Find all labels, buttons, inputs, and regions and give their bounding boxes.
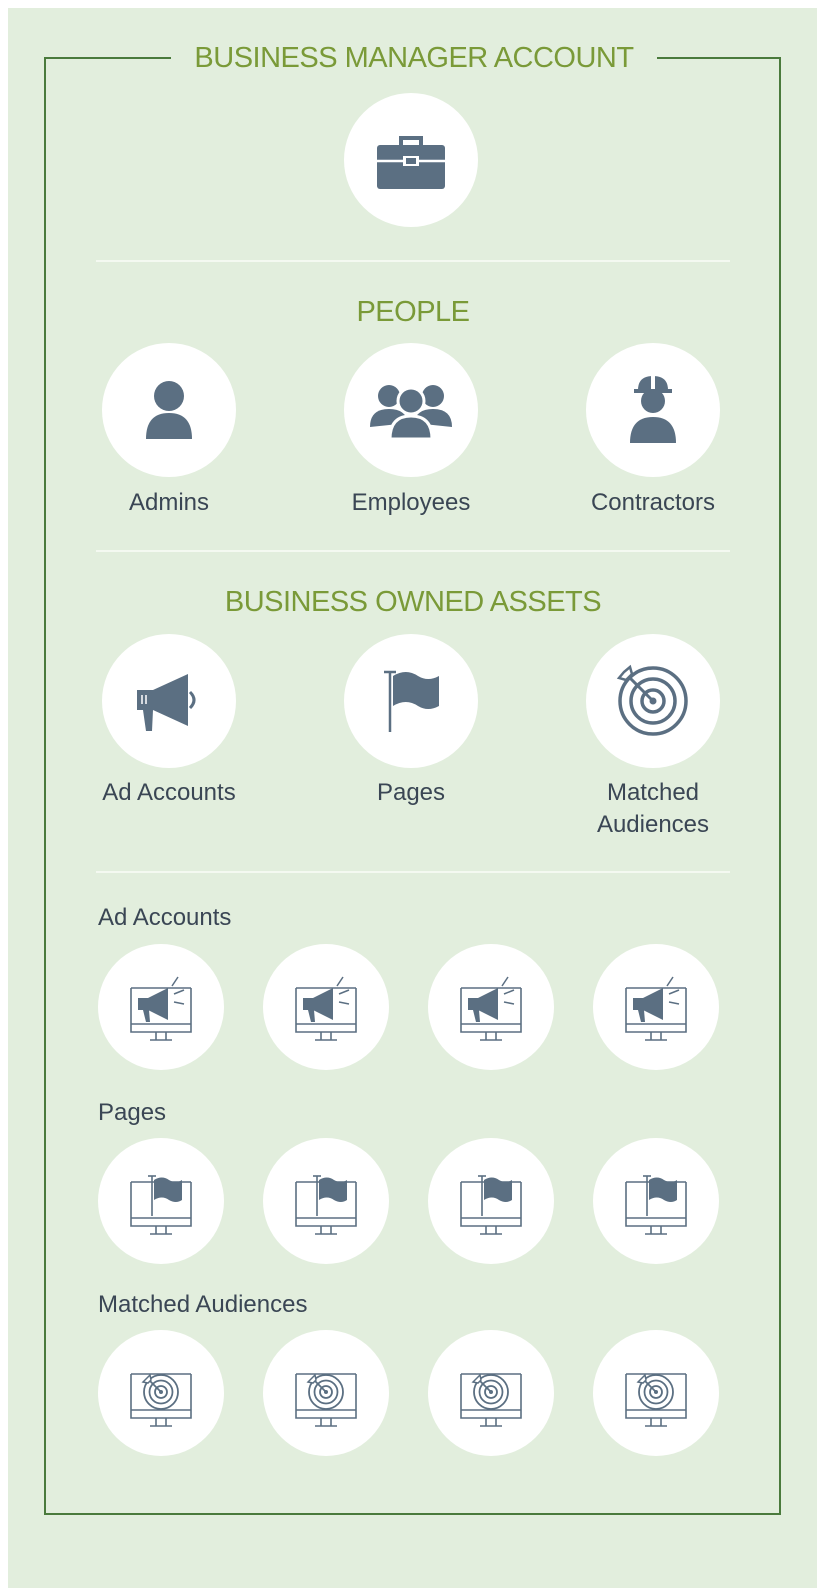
ad-accounts-row-label: Ad Accounts bbox=[98, 904, 232, 931]
employees-label: Employees bbox=[351, 489, 471, 516]
pages-circle bbox=[344, 634, 478, 768]
monitor-target-icon bbox=[295, 1373, 357, 1427]
monitor-flag-icon bbox=[130, 1175, 192, 1235]
contractors-circle bbox=[586, 343, 720, 477]
megaphone-icon bbox=[137, 674, 196, 731]
asset-tile bbox=[428, 1330, 554, 1456]
asset-tile bbox=[263, 1330, 389, 1456]
contractors-label: Contractors bbox=[590, 489, 716, 516]
target-icon bbox=[616, 664, 688, 736]
monitor-target-icon bbox=[625, 1373, 687, 1427]
flag-icon bbox=[384, 670, 439, 732]
assets-title: BUSINESS OWNED ASSETS bbox=[224, 586, 602, 618]
asset-tile bbox=[263, 944, 389, 1070]
monitor-flag-icon bbox=[295, 1175, 357, 1235]
matched-audiences-label-line2: Audiences bbox=[596, 811, 710, 838]
diagram-canvas: BUSINESS MANAGER ACCOUNT PEOPLE Admins E… bbox=[8, 8, 817, 1588]
user-icon bbox=[146, 381, 192, 439]
monitor-megaphone-icon bbox=[460, 976, 522, 1041]
monitor-megaphone-icon bbox=[130, 976, 192, 1041]
briefcase-circle bbox=[344, 93, 478, 227]
monitor-megaphone-icon bbox=[295, 976, 357, 1041]
asset-tile bbox=[593, 1330, 719, 1456]
asset-tile bbox=[263, 1138, 389, 1264]
asset-tile bbox=[593, 944, 719, 1070]
divider-2 bbox=[96, 550, 730, 552]
monitor-target-icon bbox=[460, 1373, 522, 1427]
ad-accounts-circle bbox=[102, 634, 236, 768]
admins-circle bbox=[102, 343, 236, 477]
hardhat-worker-icon bbox=[630, 376, 676, 443]
asset-tile bbox=[593, 1138, 719, 1264]
frame-title: BUSINESS MANAGER ACCOUNT bbox=[171, 42, 657, 74]
pages-row-label: Pages bbox=[98, 1099, 167, 1126]
briefcase-icon bbox=[377, 136, 445, 189]
ad-accounts-label: Ad Accounts bbox=[102, 779, 236, 806]
matched-audiences-row-label: Matched Audiences bbox=[98, 1291, 308, 1318]
asset-tile bbox=[98, 1138, 224, 1264]
people-title: PEOPLE bbox=[356, 296, 470, 328]
pages-label: Pages bbox=[376, 779, 446, 806]
monitor-target-icon bbox=[130, 1373, 192, 1427]
asset-tile bbox=[98, 1330, 224, 1456]
asset-tile bbox=[428, 944, 554, 1070]
matched-audiences-label-line1: Matched bbox=[606, 779, 700, 806]
asset-tile bbox=[98, 944, 224, 1070]
divider-3 bbox=[96, 871, 730, 873]
monitor-flag-icon bbox=[625, 1175, 687, 1235]
employees-circle bbox=[344, 343, 478, 477]
monitor-flag-icon bbox=[460, 1175, 522, 1235]
asset-tile bbox=[428, 1138, 554, 1264]
admins-label: Admins bbox=[128, 489, 210, 516]
divider-1 bbox=[96, 260, 730, 262]
matched-audiences-circle bbox=[586, 634, 720, 768]
group-icon bbox=[370, 385, 452, 441]
monitor-megaphone-icon bbox=[625, 976, 687, 1041]
